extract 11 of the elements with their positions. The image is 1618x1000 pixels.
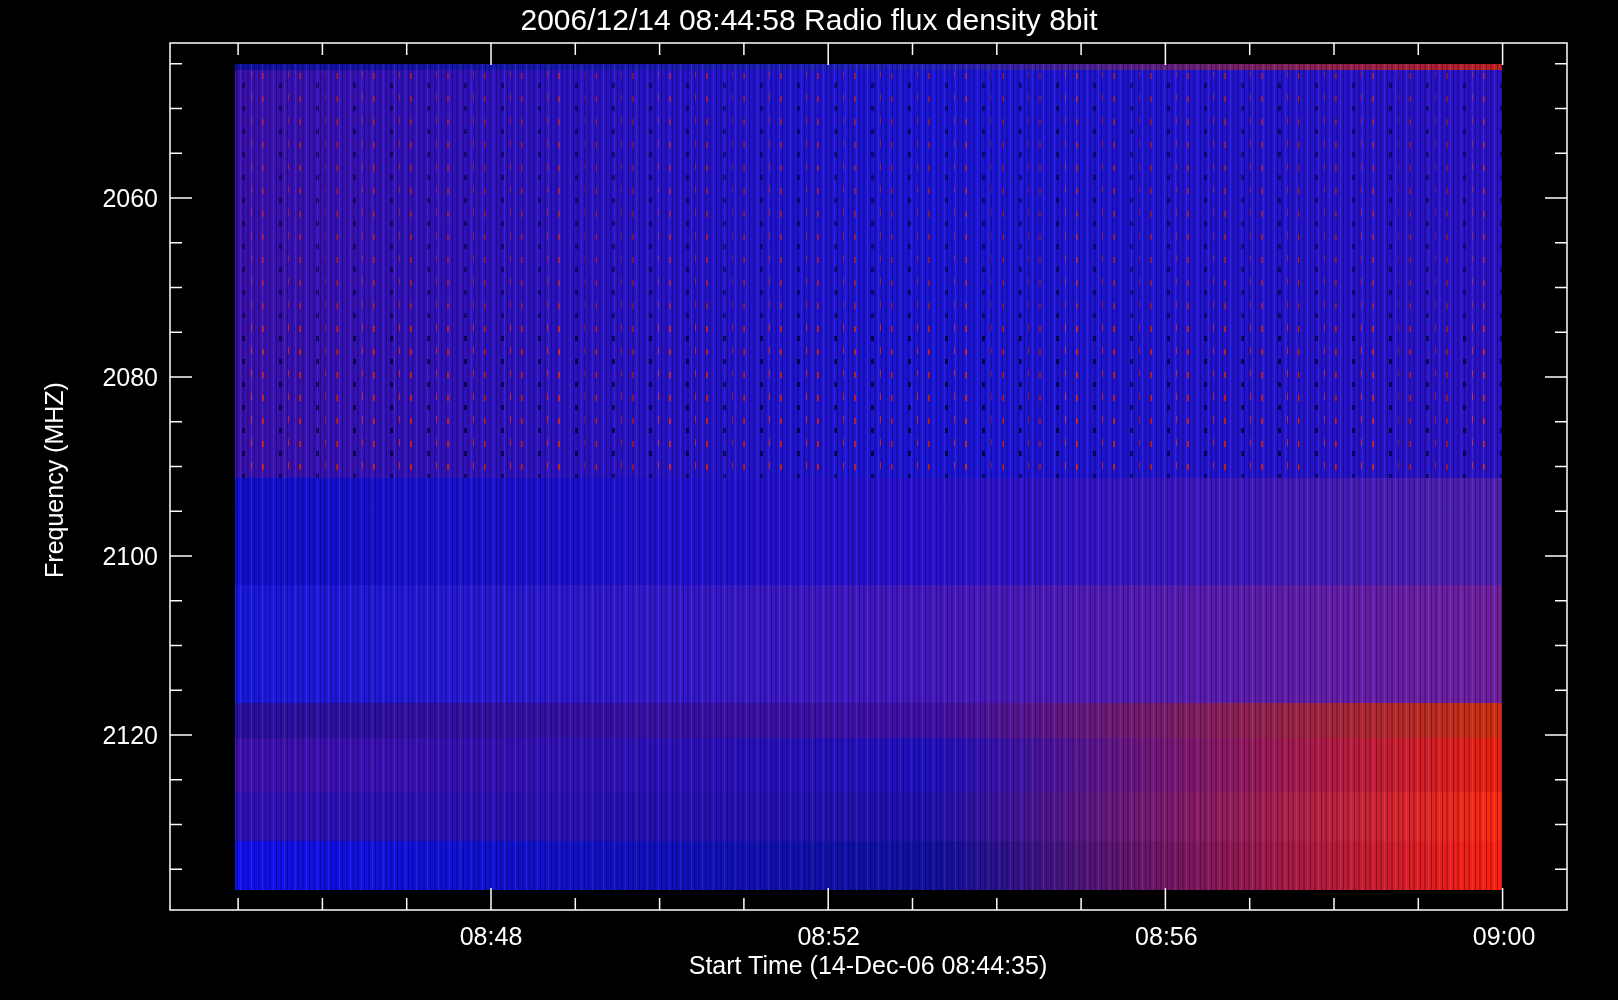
x-tick-label: 08:48 (459, 922, 523, 950)
x-tick-label: 08:52 (797, 922, 860, 950)
x-axis-label: Start Time (14-Dec-06 08:44:35) (688, 951, 1048, 979)
chart-title: 2006/12/14 08:44:58 Radio flux density 8bit (520, 3, 1098, 36)
y-axis-label: Frequency (MHZ) (40, 382, 68, 578)
y-tick-label: 2120 (102, 721, 158, 749)
y-tick-label: 2060 (102, 184, 158, 212)
x-tick-label: 09:00 (1472, 922, 1536, 950)
y-tick-label: 2100 (102, 542, 158, 570)
y-tick-label: 2080 (102, 363, 158, 391)
x-tick-label: 08:56 (1135, 922, 1198, 950)
